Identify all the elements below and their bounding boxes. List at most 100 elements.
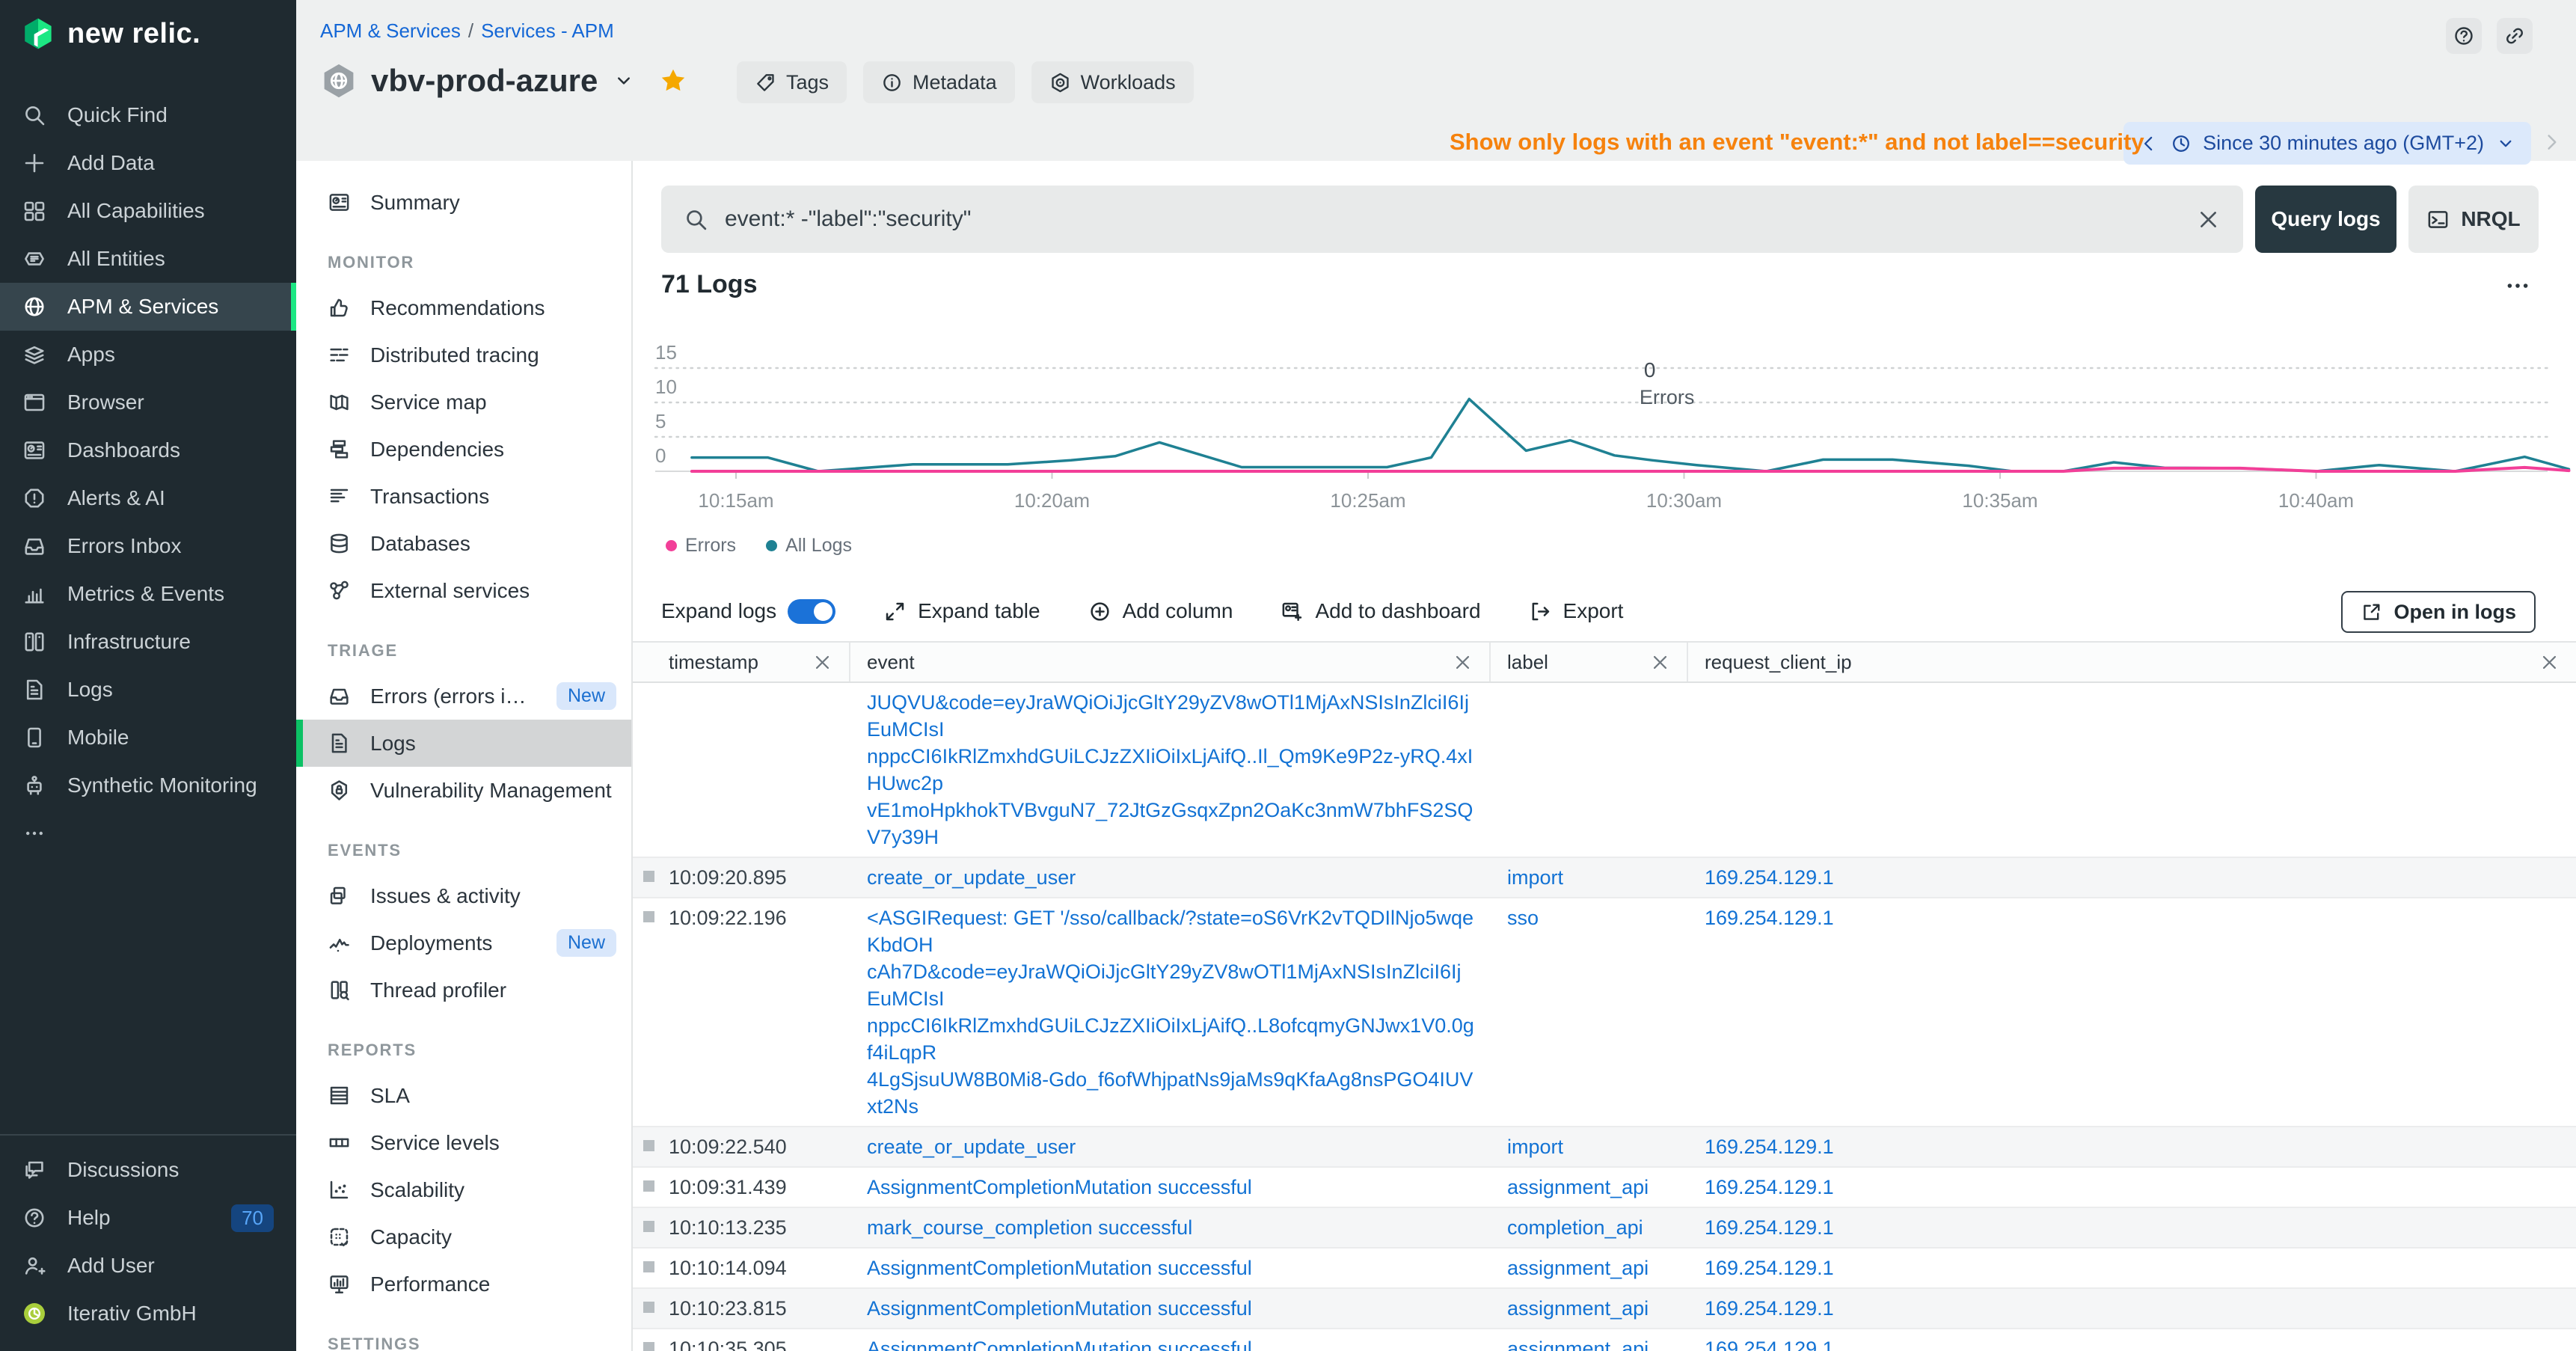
table-row[interactable]: 10:09:20.895create_or_update_userimport1… bbox=[633, 858, 2576, 898]
subnav-item-performance[interactable]: Performance bbox=[296, 1260, 631, 1308]
column-header-timestamp[interactable]: timestamp bbox=[633, 643, 850, 681]
cell-request-client-ip-link[interactable]: 169.254.129.1 bbox=[1688, 1329, 2576, 1351]
global-nav-item-logs[interactable]: Logs bbox=[0, 666, 296, 714]
remove-column-icon[interactable] bbox=[2539, 652, 2560, 673]
expand-logs-toggle[interactable]: Expand logs bbox=[661, 599, 835, 624]
cell-request-client-ip-link[interactable]: 169.254.129.1 bbox=[1688, 858, 2576, 897]
cell-label-link[interactable]: assignment_api bbox=[1491, 1329, 1688, 1351]
remove-column-icon[interactable] bbox=[812, 652, 832, 673]
cell-request-client-ip-link[interactable]: 169.254.129.1 bbox=[1688, 1127, 2576, 1166]
more-menu-icon[interactable] bbox=[2501, 273, 2534, 298]
column-header-request-client-ip[interactable]: request_client_ip bbox=[1688, 643, 2576, 681]
permalink-button[interactable] bbox=[2497, 18, 2533, 54]
add-column-button[interactable]: Add column bbox=[1088, 599, 1233, 623]
cell-event-link[interactable]: create_or_update_user bbox=[850, 1127, 1491, 1166]
subnav-item-vulnerability-management[interactable]: Vulnerability Management bbox=[296, 767, 631, 814]
cell-event-link[interactable]: AssignmentCompletionMutation successful bbox=[850, 1168, 1491, 1207]
time-next-chevron-icon[interactable] bbox=[2540, 131, 2563, 153]
clear-query-icon[interactable] bbox=[2196, 207, 2221, 232]
breadcrumb-link-services-apm[interactable]: Services - APM bbox=[481, 19, 614, 42]
add-to-dashboard-button[interactable]: Add to dashboard bbox=[1281, 599, 1480, 623]
remove-column-icon[interactable] bbox=[1650, 652, 1670, 673]
table-row[interactable]: 10:10:23.815AssignmentCompletionMutation… bbox=[633, 1289, 2576, 1329]
table-row[interactable]: 10:09:31.439AssignmentCompletionMutation… bbox=[633, 1168, 2576, 1208]
cell-event-link[interactable]: JUQVU&code=eyJraWQiOiJjcGltY29yZV8wOTl1M… bbox=[850, 683, 1491, 857]
cell-label-link[interactable]: import bbox=[1491, 858, 1688, 897]
global-nav-item-add-data[interactable]: Add Data bbox=[0, 139, 296, 187]
subnav-item-external-services[interactable]: External services bbox=[296, 567, 631, 614]
cell-label-link[interactable]: assignment_api bbox=[1491, 1168, 1688, 1207]
legend-item-all-logs[interactable]: All Logs bbox=[766, 535, 852, 557]
table-row[interactable]: 10:10:13.235mark_course_completion succe… bbox=[633, 1208, 2576, 1249]
favorite-star-icon[interactable] bbox=[659, 67, 687, 95]
global-nav-item-ellipsis[interactable] bbox=[0, 809, 296, 857]
cell-event-link[interactable]: create_or_update_user bbox=[850, 858, 1491, 897]
breadcrumb-link-apm-services[interactable]: APM & Services bbox=[320, 19, 461, 42]
cell-request-client-ip-link[interactable]: 169.254.129.1 bbox=[1688, 1168, 2576, 1207]
export-button[interactable]: Export bbox=[1529, 599, 1624, 623]
subnav-item-capacity[interactable]: Capacity bbox=[296, 1213, 631, 1260]
subnav-item-summary[interactable]: Summary bbox=[296, 179, 631, 226]
global-nav-item-errors-inbox[interactable]: Errors Inbox bbox=[0, 522, 296, 570]
cell-request-client-ip-link[interactable]: 169.254.129.1 bbox=[1688, 898, 2576, 1126]
subnav-item-sla[interactable]: SLA bbox=[296, 1072, 631, 1119]
global-nav-item-help[interactable]: Help70 bbox=[0, 1194, 296, 1242]
global-nav-item-discussions[interactable]: Discussions bbox=[0, 1146, 296, 1194]
cell-request-client-ip-link[interactable] bbox=[1688, 683, 2576, 857]
cell-event-link[interactable]: AssignmentCompletionMutation successful bbox=[850, 1329, 1491, 1351]
table-row[interactable]: 10:10:14.094AssignmentCompletionMutation… bbox=[633, 1249, 2576, 1289]
legend-item-errors[interactable]: Errors bbox=[666, 535, 736, 557]
logs-timeseries-chart[interactable]: 15105010:15am10:20am10:25am10:30am10:35a… bbox=[633, 329, 2576, 531]
subnav-item-errors-errors-inb[interactable]: Errors (errors inb...New bbox=[296, 673, 631, 720]
cell-label-link[interactable] bbox=[1491, 683, 1688, 857]
query-logs-button[interactable]: Query logs bbox=[2255, 186, 2396, 253]
subnav-item-service-levels[interactable]: Service levels bbox=[296, 1119, 631, 1166]
table-row[interactable]: 10:10:35.305AssignmentCompletionMutation… bbox=[633, 1329, 2576, 1351]
subnav-item-databases[interactable]: Databases bbox=[296, 520, 631, 567]
expand-table-button[interactable]: Expand table bbox=[883, 599, 1040, 623]
global-nav-item-mobile[interactable]: Mobile bbox=[0, 714, 296, 762]
cell-label-link[interactable]: sso bbox=[1491, 898, 1688, 1126]
global-nav-item-add-user[interactable]: Add User bbox=[0, 1242, 296, 1290]
cell-label-link[interactable]: assignment_api bbox=[1491, 1289, 1688, 1328]
log-query-bar[interactable]: event:* -"label":"security" bbox=[661, 186, 2243, 253]
cell-event-link[interactable]: <ASGIRequest: GET '/sso/callback/?state=… bbox=[850, 898, 1491, 1126]
subnav-item-recommendations[interactable]: Recommendations bbox=[296, 284, 631, 331]
help-button[interactable] bbox=[2446, 18, 2482, 54]
global-nav-item-metrics-events[interactable]: Metrics & Events bbox=[0, 570, 296, 618]
query-input[interactable]: event:* -"label":"security" bbox=[725, 206, 2180, 232]
column-header-label[interactable]: label bbox=[1491, 643, 1688, 681]
global-nav-item-iterativ-gmbh[interactable]: Iterativ GmbH bbox=[0, 1290, 296, 1338]
table-row[interactable]: 10:09:22.540create_or_update_userimport1… bbox=[633, 1127, 2576, 1168]
subnav-item-thread-profiler[interactable]: Thread profiler bbox=[296, 966, 631, 1014]
subnav-item-transactions[interactable]: Transactions bbox=[296, 473, 631, 520]
subnav-item-logs[interactable]: Logs bbox=[296, 720, 631, 767]
global-nav-item-dashboards[interactable]: Dashboards bbox=[0, 426, 296, 474]
cell-label-link[interactable]: completion_api bbox=[1491, 1208, 1688, 1247]
subnav-item-dependencies[interactable]: Dependencies bbox=[296, 426, 631, 473]
table-row[interactable]: JUQVU&code=eyJraWQiOiJjcGltY29yZV8wOTl1M… bbox=[633, 683, 2576, 858]
global-nav-item-synthetic-monitoring[interactable]: Synthetic Monitoring bbox=[0, 762, 296, 809]
metadata-button[interactable]: Metadata bbox=[863, 61, 1015, 103]
tags-button[interactable]: Tags bbox=[737, 61, 847, 103]
remove-column-icon[interactable] bbox=[1453, 652, 1473, 673]
toggle-switch[interactable] bbox=[788, 599, 835, 624]
new-relic-logo[interactable]: new relic. bbox=[21, 16, 200, 51]
cell-request-client-ip-link[interactable]: 169.254.129.1 bbox=[1688, 1249, 2576, 1287]
global-nav-item-all-capabilities[interactable]: All Capabilities bbox=[0, 187, 296, 235]
subnav-item-deployments[interactable]: DeploymentsNew bbox=[296, 919, 631, 966]
subnav-item-distributed-tracing[interactable]: Distributed tracing bbox=[296, 331, 631, 379]
global-nav-item-apm-services[interactable]: APM & Services bbox=[0, 283, 296, 331]
nrql-button[interactable]: NRQL bbox=[2408, 186, 2539, 253]
subnav-item-issues-activity[interactable]: Issues & activity bbox=[296, 872, 631, 919]
subnav-item-scalability[interactable]: Scalability bbox=[296, 1166, 631, 1213]
entity-chevron-down-icon[interactable] bbox=[613, 70, 635, 92]
table-row[interactable]: 10:09:22.196<ASGIRequest: GET '/sso/call… bbox=[633, 898, 2576, 1127]
global-nav-item-apps[interactable]: Apps bbox=[0, 331, 296, 379]
cell-event-link[interactable]: AssignmentCompletionMutation successful bbox=[850, 1289, 1491, 1328]
cell-label-link[interactable]: assignment_api bbox=[1491, 1249, 1688, 1287]
cell-request-client-ip-link[interactable]: 169.254.129.1 bbox=[1688, 1289, 2576, 1328]
cell-label-link[interactable]: import bbox=[1491, 1127, 1688, 1166]
global-nav-item-browser[interactable]: Browser bbox=[0, 379, 296, 426]
column-header-event[interactable]: event bbox=[850, 643, 1491, 681]
